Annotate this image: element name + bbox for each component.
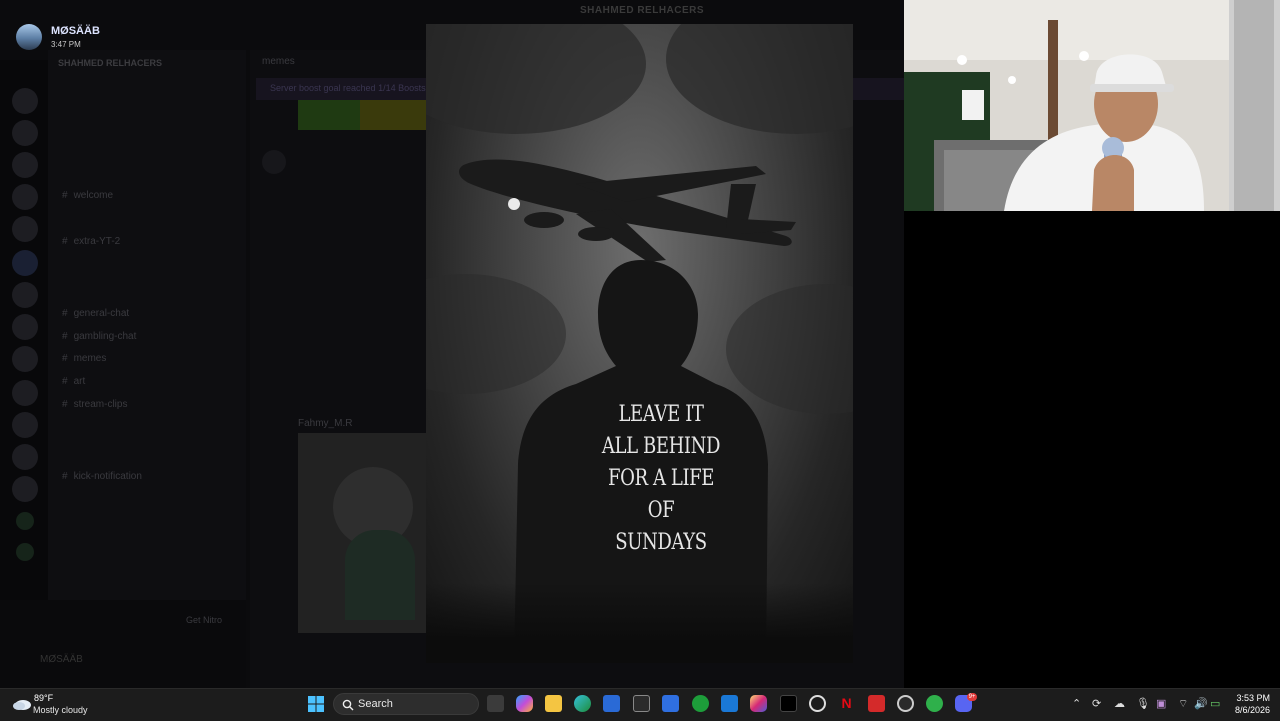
- user-panel-name: MØSÄÄB: [40, 654, 83, 665]
- message-author[interactable]: Fahmy_M.R: [298, 418, 352, 429]
- channel-art[interactable]: # art: [62, 376, 85, 387]
- webcam-scene: [904, 0, 1280, 211]
- notification-badge: 9+: [967, 693, 977, 701]
- server-icon[interactable]: [12, 444, 38, 470]
- store-icon[interactable]: [603, 695, 620, 712]
- xbox-icon[interactable]: [692, 695, 709, 712]
- weather-temperature[interactable]: 89°F: [34, 693, 53, 703]
- explore-icon[interactable]: [16, 543, 34, 561]
- netflix-icon[interactable]: N: [838, 695, 855, 712]
- server-icon[interactable]: [12, 282, 38, 308]
- visual-studio-icon[interactable]: [662, 695, 679, 712]
- green-app-icon[interactable]: [926, 695, 943, 712]
- author-name[interactable]: MØSÄÄB: [51, 25, 100, 37]
- channel-extra[interactable]: # extra-YT-2: [62, 236, 120, 247]
- sync-icon[interactable]: ⟳: [1092, 697, 1101, 710]
- server-icon[interactable]: [12, 88, 38, 114]
- meme-image-strip: [360, 100, 426, 130]
- wifi-icon[interactable]: ⌔: [1178, 697, 1188, 711]
- attachment-figure: [345, 530, 415, 620]
- photo-scene: [459, 159, 796, 663]
- windows-start-icon[interactable]: [308, 696, 324, 712]
- channel-welcome[interactable]: # welcome: [62, 190, 113, 201]
- cloud-icon[interactable]: ☁: [1114, 697, 1125, 710]
- hash-icon: #: [62, 471, 68, 482]
- image-viewer[interactable]: LEAVE IT ALL BEHIND FOR A LIFE OF SUNDAY…: [426, 24, 853, 663]
- channel-stream-clips[interactable]: # stream-clips: [62, 399, 127, 410]
- channel-gambling-chat[interactable]: # gambling-chat: [62, 331, 136, 342]
- edge-icon[interactable]: [574, 695, 591, 712]
- meme-image-strip: [298, 100, 360, 130]
- window-title: SHAHMED RELHACERS: [580, 5, 705, 16]
- clock-date[interactable]: 8/6/2026: [1228, 705, 1270, 715]
- clock-time[interactable]: 3:53 PM: [1236, 693, 1270, 703]
- hash-icon: #: [62, 308, 68, 319]
- server-icon[interactable]: [12, 476, 38, 502]
- add-server-icon[interactable]: [16, 512, 34, 530]
- battery-icon[interactable]: ▭: [1210, 697, 1220, 710]
- volume-icon[interactable]: 🔊: [1194, 697, 1208, 710]
- hoodie-text: LEAVE IT ALL BEHIND FOR A LIFE OF SUNDAY…: [601, 402, 721, 555]
- task-view-icon[interactable]: [487, 695, 504, 712]
- channel-search[interactable]: memes: [262, 56, 295, 67]
- hash-icon: #: [62, 399, 68, 410]
- weather-condition[interactable]: Mostly cloudy: [33, 705, 88, 715]
- server-icon[interactable]: [12, 216, 38, 242]
- channel-kick-notification[interactable]: # kick-notification: [62, 471, 142, 482]
- hash-icon: #: [62, 353, 68, 364]
- server-icon[interactable]: [12, 120, 38, 146]
- hash-icon: #: [62, 236, 68, 247]
- unity-icon[interactable]: [633, 695, 650, 712]
- copilot-icon[interactable]: [516, 695, 533, 712]
- taskbar-search[interactable]: Search: [333, 693, 479, 715]
- search-label: Search: [358, 698, 393, 710]
- treeline: [426, 583, 853, 663]
- channel-general-chat[interactable]: # general-chat: [62, 308, 129, 319]
- post-time: 3:47 PM: [51, 40, 81, 49]
- search-icon: [342, 699, 354, 711]
- hash-icon: #: [62, 376, 68, 387]
- app-red-icon[interactable]: [868, 695, 885, 712]
- server-icon[interactable]: [12, 152, 38, 178]
- boost-banner-text: Server boost goal reached 1/14 Boosts: [270, 83, 426, 93]
- instagram-icon[interactable]: [750, 695, 767, 712]
- outlook-icon[interactable]: [721, 695, 738, 712]
- get-nitro-button[interactable]: Get Nitro: [186, 615, 222, 625]
- webcam-overlay: [904, 0, 1280, 211]
- record-app-icon[interactable]: [897, 695, 914, 712]
- cloudy-weather-icon[interactable]: [12, 697, 32, 711]
- server-icon[interactable]: [12, 346, 38, 372]
- user-panel: [0, 600, 246, 688]
- hash-icon: #: [62, 190, 68, 201]
- server-icon[interactable]: [12, 412, 38, 438]
- avatar[interactable]: [16, 24, 42, 50]
- app-tray-icon[interactable]: ▣: [1156, 697, 1166, 710]
- microphone-icon[interactable]: 🎙: [1136, 697, 1150, 710]
- avatar[interactable]: [262, 150, 286, 174]
- airplane-icon: [459, 159, 796, 262]
- file-explorer-icon[interactable]: [545, 695, 562, 712]
- chatgpt-icon[interactable]: [809, 695, 826, 712]
- channel-memes[interactable]: # memes: [62, 353, 106, 364]
- channel-sidebar: [48, 50, 246, 688]
- server-icon[interactable]: [12, 314, 38, 340]
- server-icon[interactable]: [12, 184, 38, 210]
- chevron-up-icon[interactable]: ⌃: [1072, 697, 1081, 710]
- server-icon[interactable]: [12, 380, 38, 406]
- tiktok-icon[interactable]: [780, 695, 797, 712]
- hash-icon: #: [62, 331, 68, 342]
- server-name[interactable]: SHAHMED RELHACERS: [58, 58, 162, 68]
- server-icon[interactable]: [12, 250, 38, 276]
